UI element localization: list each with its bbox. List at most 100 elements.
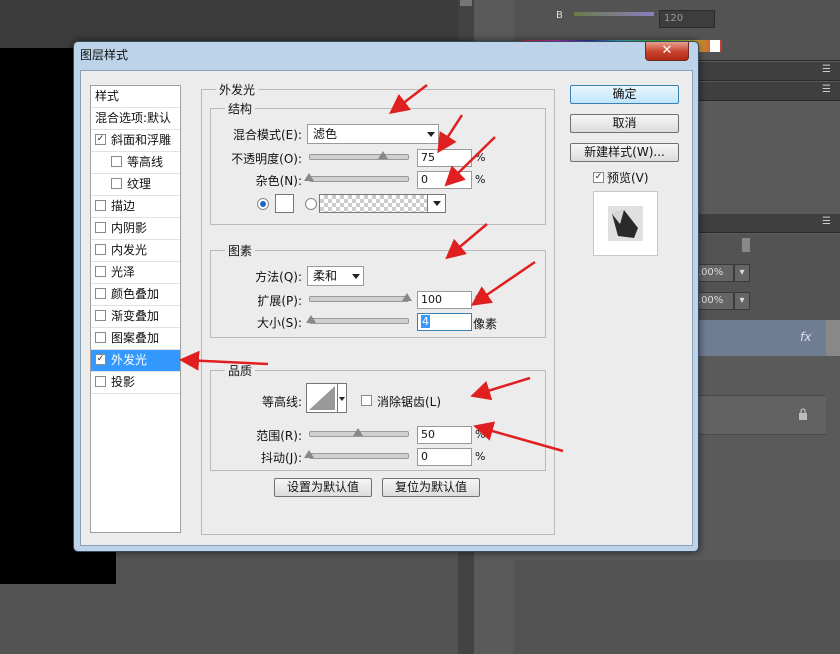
spread-slider-thumb[interactable] bbox=[402, 293, 412, 301]
channel-b-slider[interactable] bbox=[574, 12, 654, 16]
range-label: 范围(R): bbox=[256, 429, 302, 443]
antialias-checkbox[interactable] bbox=[361, 395, 372, 406]
style-checkbox[interactable]: ✓ bbox=[95, 134, 106, 145]
panel-menu-icon[interactable]: ☰ bbox=[822, 64, 831, 75]
spread-unit: % bbox=[475, 293, 486, 306]
style-list-item[interactable]: 内发光 bbox=[91, 240, 180, 262]
style-list: 样式 混合选项:默认 ✓ 斜面和浮雕 等高线 纹理 描边 内阴影 内发光 光泽 颜色叠加 渐变叠加图… bbox=[90, 85, 181, 533]
gradient-radio[interactable] bbox=[305, 198, 317, 210]
glow-color-swatch[interactable] bbox=[275, 194, 294, 213]
style-list-item[interactable]: 投影 bbox=[91, 372, 180, 394]
layers-scrollbar[interactable] bbox=[826, 320, 840, 356]
style-list-item-label: 颜色叠加 bbox=[111, 287, 160, 301]
size-input[interactable]: 4 bbox=[417, 313, 472, 331]
style-checkbox[interactable] bbox=[95, 310, 106, 321]
style-checkbox[interactable] bbox=[95, 200, 106, 211]
method-value: 柔和 bbox=[313, 269, 338, 283]
style-list-item-label: 等高线 bbox=[127, 155, 164, 169]
style-list-item[interactable]: ✓ 斜面和浮雕 bbox=[91, 130, 180, 152]
white-swatch[interactable] bbox=[710, 40, 720, 52]
lock-toggle-icon[interactable] bbox=[742, 238, 750, 252]
style-list-item[interactable]: 内阴影 bbox=[91, 218, 180, 240]
structure-title: 结构 bbox=[225, 100, 256, 117]
style-list-item-label: 渐变叠加 bbox=[111, 309, 160, 323]
style-list-item[interactable]: 描边 bbox=[91, 196, 180, 218]
spread-input[interactable]: 100 bbox=[417, 291, 472, 309]
range-unit: % bbox=[475, 428, 486, 441]
style-checkbox[interactable] bbox=[95, 266, 106, 277]
preview-checkbox[interactable]: ✓ bbox=[593, 172, 604, 183]
chevron-down-icon[interactable]: ▾ bbox=[734, 292, 750, 310]
style-list-item-label: 光泽 bbox=[111, 265, 136, 279]
blend-mode-label: 混合模式(E): bbox=[233, 128, 302, 142]
style-list-item-label: 投影 bbox=[111, 375, 136, 389]
size-slider[interactable] bbox=[309, 318, 409, 324]
size-slider-thumb[interactable] bbox=[305, 315, 316, 323]
style-list-item[interactable]: 混合选项:默认 bbox=[91, 108, 180, 130]
opacity-slider-thumb[interactable] bbox=[377, 151, 388, 159]
style-list-item[interactable]: 等高线 bbox=[91, 152, 180, 174]
color-radio[interactable] bbox=[257, 198, 269, 210]
panel-menu-icon[interactable]: ☰ bbox=[822, 84, 831, 95]
panel-toggle-icon[interactable] bbox=[460, 0, 472, 6]
ok-button[interactable]: 确定 bbox=[570, 85, 679, 104]
noise-input[interactable]: 0 bbox=[417, 171, 472, 189]
style-list-item-label: 内发光 bbox=[111, 243, 148, 257]
noise-slider[interactable] bbox=[309, 176, 409, 182]
jitter-input[interactable]: 0 bbox=[417, 448, 472, 466]
cancel-button[interactable]: 取消 bbox=[570, 114, 679, 133]
method-label: 方法(Q): bbox=[255, 270, 302, 284]
style-checkbox[interactable] bbox=[95, 376, 106, 387]
style-checkbox[interactable] bbox=[95, 244, 106, 255]
glow-gradient-swatch[interactable] bbox=[319, 194, 429, 213]
elements-group: 图素 方法(Q): 柔和 扩展(P): 100 % 大小(S): 4 像素 bbox=[210, 242, 546, 338]
quality-title: 品质 bbox=[225, 362, 256, 379]
style-list-item-label: 外发光 bbox=[111, 353, 148, 367]
style-list-item[interactable]: 纹理 bbox=[91, 174, 180, 196]
fx-icon[interactable]: fx bbox=[800, 330, 811, 344]
jitter-label: 抖动(J): bbox=[261, 451, 302, 465]
channel-b-field[interactable]: 120 bbox=[659, 10, 715, 28]
new-style-button[interactable]: 新建样式(W)... bbox=[570, 143, 679, 162]
panel-menu-icon[interactable]: ☰ bbox=[822, 216, 831, 227]
chevron-down-icon bbox=[433, 201, 441, 206]
chevron-down-icon[interactable]: ▾ bbox=[734, 264, 750, 282]
noise-slider-thumb[interactable] bbox=[304, 173, 314, 181]
style-checkbox[interactable] bbox=[111, 156, 122, 167]
close-button[interactable]: ✕ bbox=[645, 42, 689, 61]
style-checkbox[interactable] bbox=[95, 332, 106, 343]
style-list-item[interactable]: 光泽 bbox=[91, 262, 180, 284]
reset-default-button[interactable]: 复位为默认值 bbox=[382, 478, 480, 497]
antialias-label: 消除锯齿(L) bbox=[377, 395, 442, 409]
jitter-slider-thumb[interactable] bbox=[304, 450, 314, 458]
style-checkbox[interactable] bbox=[95, 288, 106, 299]
dialog-body: 样式 混合选项:默认 ✓ 斜面和浮雕 等高线 纹理 描边 内阴影 内发光 光泽 颜色叠加 渐变叠加图… bbox=[80, 70, 693, 546]
spread-label: 扩展(P): bbox=[257, 294, 302, 308]
gradient-dropdown-button[interactable] bbox=[427, 194, 446, 213]
outer-glow-panel: 外发光 结构 混合模式(E): 滤色 不透明度(O): 75 % 杂色(N): … bbox=[201, 81, 555, 535]
jitter-slider[interactable] bbox=[309, 453, 409, 459]
preview-label: 预览(V) bbox=[607, 171, 649, 185]
contour-picker[interactable] bbox=[306, 383, 348, 415]
range-input[interactable]: 50 bbox=[417, 426, 472, 444]
style-list-item[interactable]: ✓ 外发光 bbox=[91, 350, 180, 372]
style-list-item[interactable]: 颜色叠加 bbox=[91, 284, 180, 306]
spread-slider[interactable] bbox=[309, 296, 409, 302]
panel-footer-area bbox=[514, 560, 840, 654]
style-list-item[interactable]: 渐变叠加 bbox=[91, 306, 180, 328]
style-list-item[interactable]: 图案叠加 bbox=[91, 328, 180, 350]
range-slider-thumb[interactable] bbox=[353, 428, 363, 436]
opacity-slider[interactable] bbox=[309, 154, 409, 160]
blend-mode-select[interactable]: 滤色 bbox=[307, 124, 439, 144]
style-checkbox[interactable] bbox=[95, 222, 106, 233]
method-select[interactable]: 柔和 bbox=[307, 266, 364, 286]
style-checkbox[interactable]: ✓ bbox=[95, 354, 106, 365]
style-checkbox[interactable] bbox=[111, 178, 122, 189]
set-default-button[interactable]: 设置为默认值 bbox=[274, 478, 372, 497]
lock-icon bbox=[799, 408, 807, 420]
style-list-item-label: 描边 bbox=[111, 199, 136, 213]
noise-label: 杂色(N): bbox=[255, 174, 302, 188]
close-icon: ✕ bbox=[661, 43, 673, 58]
layer-style-dialog: 图层样式 ✕ 样式 混合选项:默认 ✓ 斜面和浮雕 等高线 纹理 描边 内阴影 内发光 光泽 颜色… bbox=[73, 41, 699, 552]
opacity-input[interactable]: 75 bbox=[417, 149, 472, 167]
